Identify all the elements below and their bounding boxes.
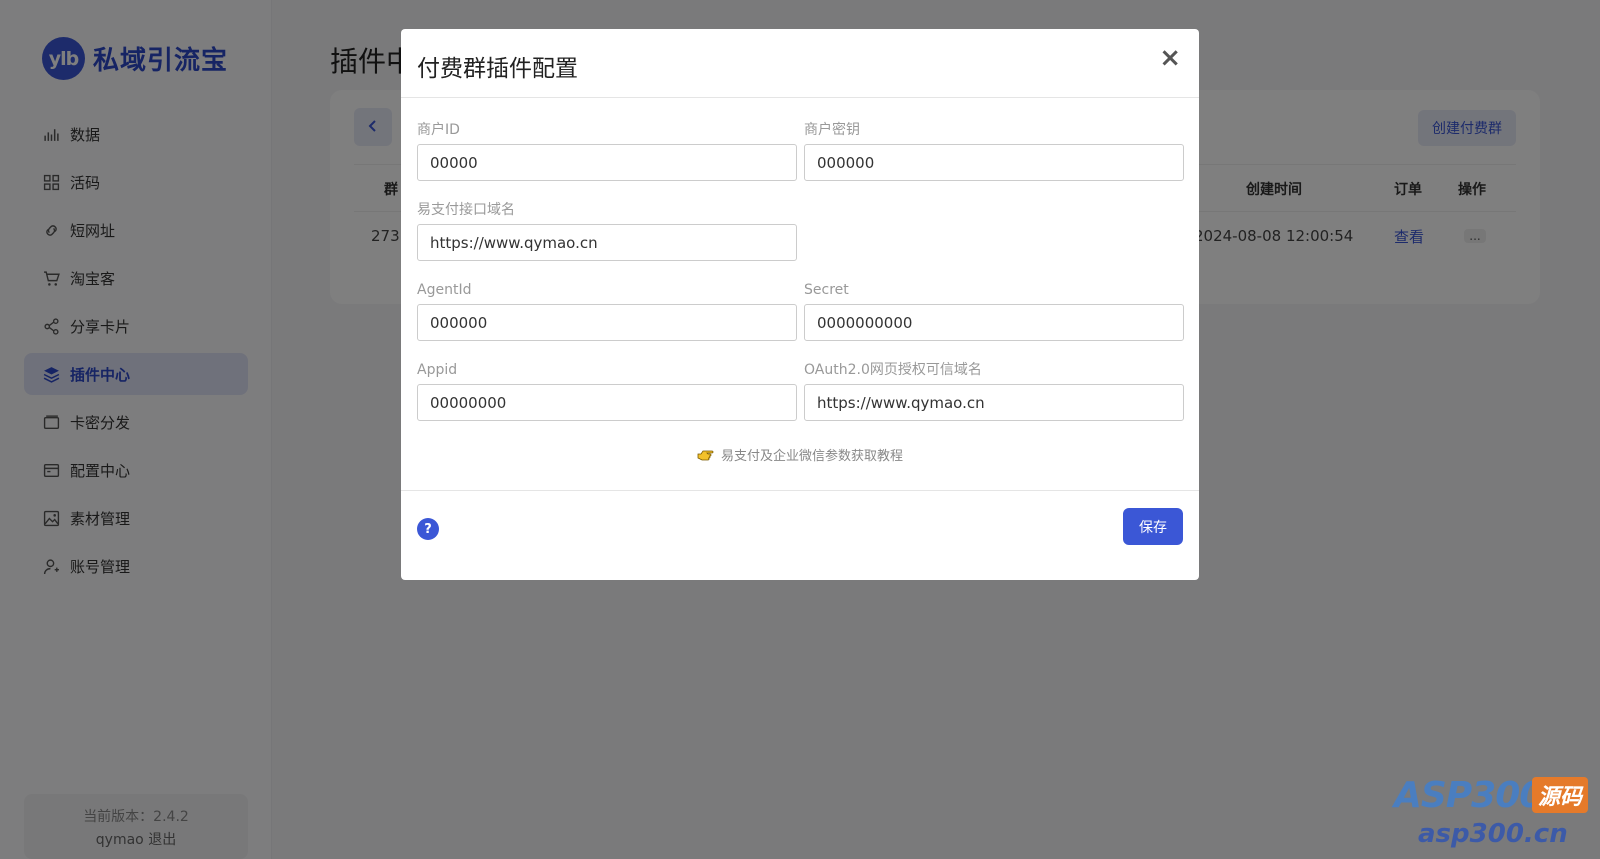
pay-domain-input[interactable] [417, 224, 797, 261]
merchant-key-input[interactable] [804, 144, 1184, 181]
agent-id-input[interactable] [417, 304, 797, 341]
tutorial-link-row: 易支付及企业微信参数获取教程 [401, 445, 1199, 464]
pointing-hand-icon [697, 448, 715, 462]
merchant-id-label: 商户ID [417, 122, 460, 138]
watermark-main: ASP300 [1394, 775, 1544, 816]
save-button[interactable]: 保存 [1123, 508, 1183, 545]
pay-domain-field-group: 易支付接口域名 [417, 200, 797, 261]
merchant-id-input[interactable] [417, 144, 797, 181]
secret-label: Secret [804, 282, 849, 298]
appid-input[interactable] [417, 384, 797, 421]
merchant-id-field-group: 商户ID [417, 120, 797, 181]
appid-label: Appid [417, 362, 458, 378]
watermark: ASP300 源码 asp300.cn [1388, 775, 1588, 855]
modal-header: 付费群插件配置 × [401, 29, 1199, 98]
watermark-sub: asp300.cn [1418, 819, 1568, 849]
help-icon[interactable]: ? [417, 518, 439, 540]
oauth-domain-label: OAuth2.0网页授权可信域名 [804, 362, 982, 378]
secret-input[interactable] [804, 304, 1184, 341]
merchant-key-label: 商户密钥 [804, 122, 860, 138]
modal-title: 付费群插件配置 [417, 56, 578, 82]
secret-field-group: Secret [804, 280, 1184, 341]
tutorial-link[interactable]: 易支付及企业微信参数获取教程 [721, 445, 903, 464]
appid-field-group: Appid [417, 360, 797, 421]
agent-id-field-group: AgentId [417, 280, 797, 341]
agent-id-label: AgentId [417, 282, 472, 298]
pay-domain-label: 易支付接口域名 [417, 202, 515, 218]
close-icon[interactable]: × [1159, 43, 1181, 73]
watermark-tag: 源码 [1531, 777, 1588, 813]
merchant-key-field-group: 商户密钥 [804, 120, 1184, 181]
modal-footer: ? 保存 [401, 490, 1199, 580]
oauth-domain-field-group: OAuth2.0网页授权可信域名 [804, 360, 1184, 421]
plugin-config-modal: 付费群插件配置 × 商户ID 商户密钥 易支付接口域名 AgentId Secr… [401, 29, 1199, 580]
oauth-domain-input[interactable] [804, 384, 1184, 421]
